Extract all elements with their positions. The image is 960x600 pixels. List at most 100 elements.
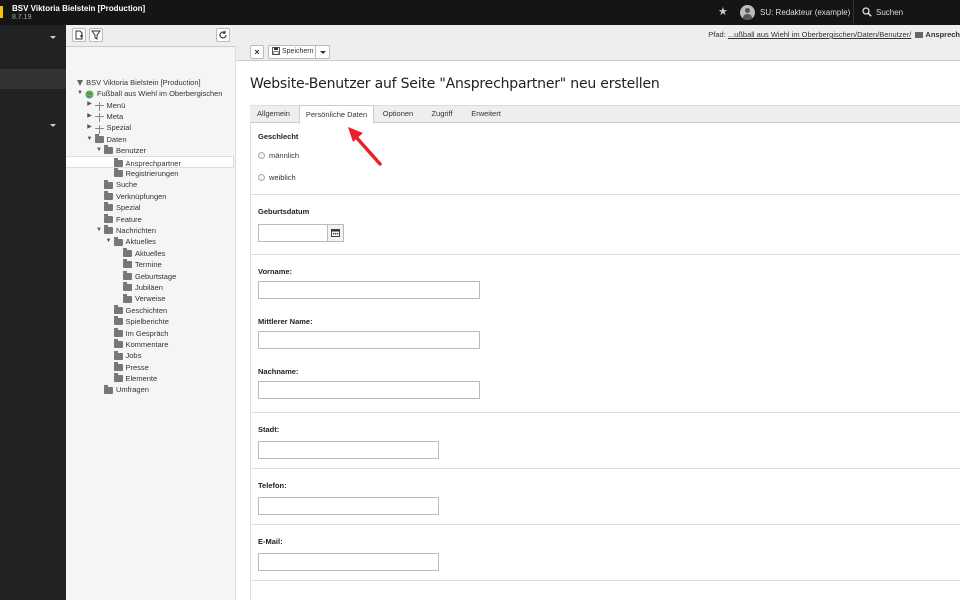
lastname-label: Nachname: — [258, 367, 299, 376]
tree-collapse-icon[interactable]: ▼ — [76, 88, 84, 99]
tree-item-label: Jobs — [125, 351, 142, 361]
chevron-down-icon — [50, 124, 56, 127]
tree-item[interactable]: Kommentare — [66, 339, 236, 350]
tree-item-content: Verknüpfungen — [104, 191, 166, 203]
tab-persoenliche-daten[interactable]: Persönliche Daten — [299, 105, 374, 124]
tree-item-content: Jubiläen — [123, 282, 163, 294]
filter-button[interactable] — [89, 28, 103, 42]
tree-item[interactable]: Jobs — [66, 350, 236, 361]
tree-item[interactable]: Termine — [66, 259, 236, 270]
tree-collapse-icon[interactable]: ▼ — [95, 145, 103, 156]
module-active-item[interactable] — [0, 69, 66, 89]
tree-expand-icon[interactable]: ▶ — [86, 111, 94, 122]
tree-item[interactable]: Jubiläen — [66, 282, 236, 293]
path-link[interactable]: ...ußball aus Wiehl im Oberbergischen/Da… — [728, 30, 911, 39]
tree-item[interactable]: ▼ Daten — [66, 134, 236, 145]
email-input[interactable] — [258, 553, 439, 571]
tab-allgemein[interactable]: Allgemein — [250, 105, 297, 124]
tree-root[interactable]: BSV Viktoria Bielstein [Production] — [76, 78, 201, 87]
tree-item-content: Spezial — [94, 122, 132, 134]
tree-item[interactable]: ▶ Spezial — [66, 122, 236, 134]
tree-item[interactable]: ▶ Menü — [66, 99, 236, 111]
tree-item[interactable]: Suche — [66, 179, 236, 190]
save-button[interactable]: Speichern — [268, 45, 330, 59]
tree-item-label: Fußball aus Wiehl im Oberbergischen — [97, 89, 223, 99]
chevron-down-icon[interactable] — [320, 51, 326, 54]
tree-item[interactable]: Registrierungen — [66, 168, 236, 179]
tree-item[interactable]: ▼ Aktuelles — [66, 236, 236, 247]
tree-item-label: Verknüpfungen — [116, 191, 167, 201]
tree-item[interactable]: Feature — [66, 213, 236, 224]
new-page-icon — [75, 30, 83, 40]
lastname-input[interactable] — [258, 381, 480, 399]
radio-weiblich[interactable] — [258, 174, 265, 181]
tab-bar: Allgemein Persönliche Daten Optionen Zug… — [250, 105, 960, 124]
tree-item[interactable]: Aktuelles — [66, 247, 236, 258]
radio-weiblich-label[interactable]: weiblich — [269, 173, 296, 182]
user-menu[interactable]: SU: Redakteur (example) — [760, 8, 850, 17]
new-page-button[interactable] — [72, 28, 86, 42]
tab-zugriff[interactable]: Zugriff — [422, 105, 462, 124]
tab-optionen[interactable]: Optionen — [376, 105, 420, 124]
tree-item[interactable]: ▼ Fußball aus Wiehl im Oberbergischen — [66, 88, 236, 99]
search-icon[interactable] — [862, 7, 872, 17]
radio-maennlich[interactable] — [258, 152, 265, 159]
tree-item-content: Geschichten — [113, 304, 167, 316]
globe-icon — [85, 90, 94, 99]
tree-item[interactable]: Im Gespräch — [66, 327, 236, 338]
search-button[interactable]: Suchen — [876, 8, 903, 17]
tree-item-label: Aktuelles — [135, 248, 166, 258]
tree-item-content: Spielberichte — [113, 316, 169, 328]
tree-collapse-icon[interactable]: ▼ — [105, 236, 113, 247]
refresh-button[interactable] — [216, 28, 230, 42]
close-button[interactable]: × — [250, 45, 264, 59]
avatar-icon[interactable] — [740, 5, 755, 20]
typo3-logo[interactable] — [0, 6, 3, 18]
phone-input[interactable] — [258, 497, 439, 515]
bookmark-star-icon[interactable]: ★ — [718, 6, 730, 18]
tree-collapse-icon[interactable]: ▼ — [86, 134, 94, 145]
email-label: E-Mail: — [258, 537, 283, 546]
tree-expand-icon[interactable]: ▶ — [86, 99, 94, 110]
module-group-web[interactable] — [0, 28, 66, 50]
tree-item[interactable]: Verknüpfungen — [66, 191, 236, 202]
tree-item-label: Spezial — [116, 203, 141, 213]
tree-item-label: Aktuelles — [125, 237, 156, 247]
folder-icon — [123, 270, 132, 280]
tree-item[interactable]: Geburtstage — [66, 270, 236, 281]
tree-item-content: Aktuelles — [113, 236, 156, 248]
tree-item[interactable]: Umfragen — [66, 384, 236, 395]
tree-item[interactable]: Spezial — [66, 202, 236, 213]
tree-item[interactable]: Ansprechpartner — [66, 156, 234, 168]
tree-item-label: Kommentare — [125, 339, 169, 349]
tree-expand-icon[interactable]: ▶ — [86, 122, 94, 133]
middlename-input[interactable] — [258, 331, 480, 349]
tree-item-content: Nachrichten — [104, 225, 156, 237]
tree-item[interactable]: ▶ Meta — [66, 111, 236, 123]
tree-collapse-icon[interactable]: ▼ — [95, 225, 103, 236]
topbar-divider — [853, 0, 854, 25]
module-group-site[interactable] — [0, 116, 66, 138]
tree-item-label: Spezial — [106, 123, 132, 133]
site-name: BSV Viktoria Bielstein [Production] — [12, 4, 146, 13]
folder-icon — [123, 282, 132, 292]
tree-item[interactable]: Spielberichte — [66, 316, 236, 327]
tree-item[interactable]: Verweise — [66, 293, 236, 304]
birthdate-input[interactable] — [258, 224, 328, 242]
tree-item[interactable]: Elemente — [66, 373, 236, 384]
tab-erweitert[interactable]: Erweitert — [464, 105, 508, 124]
tree-item-label: Umfragen — [116, 385, 149, 395]
tree-item[interactable]: ▼ Nachrichten — [66, 225, 236, 236]
folder-icon — [113, 157, 123, 167]
city-input[interactable] — [258, 441, 439, 459]
date-picker-button[interactable] — [327, 224, 344, 242]
radio-maennlich-label[interactable]: männlich — [269, 151, 299, 160]
tree-item-label: Meta — [106, 112, 124, 122]
tree-item[interactable]: Presse — [66, 361, 236, 372]
tree-item[interactable]: ▼ Benutzer — [66, 145, 236, 156]
folder-icon — [123, 293, 132, 303]
tree-item-label: Feature — [116, 214, 142, 224]
firstname-input[interactable] — [258, 281, 480, 299]
tree-item[interactable]: Geschichten — [66, 304, 236, 315]
content-area: Website-Benutzer auf Seite "Ansprechpart… — [236, 61, 960, 600]
